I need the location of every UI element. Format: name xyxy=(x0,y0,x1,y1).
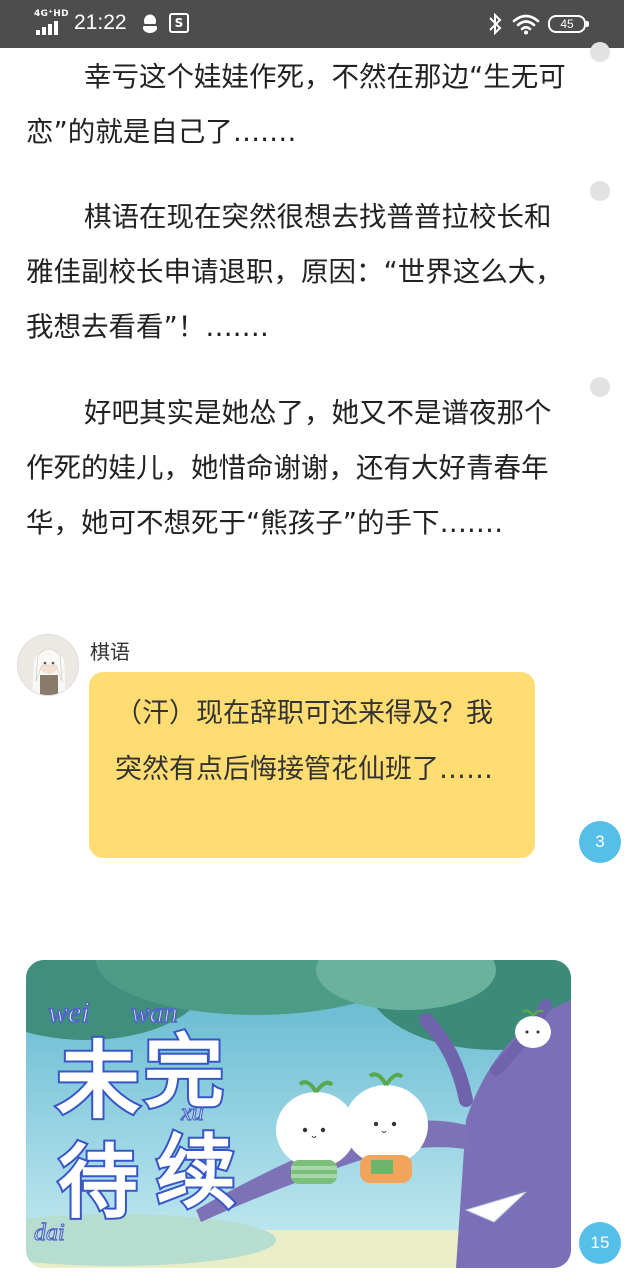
status-bar: 4G⁺HD 21:22 S 45 xyxy=(0,0,624,48)
battery-icon: 45 xyxy=(548,15,589,33)
article-paragraph: 好吧其实是她怂了，她又不是谱夜那个作死的娃儿，她惜命谢谢，还有大好青春年华，她可… xyxy=(26,386,566,551)
dialogue-bubble: （汗）现在辞职可还来得及？我突然有点后悔接管花仙班了…… xyxy=(89,672,535,858)
dialogue-text: （汗）现在辞职可还来得及？我突然有点后悔接管花仙班了…… xyxy=(115,698,493,785)
paragraph-text: 幸亏这个娃娃作死，不然在那边“生无可恋”的就是自己了….… xyxy=(26,61,566,148)
status-time: 21:22 xyxy=(74,11,127,34)
wifi-icon xyxy=(512,14,540,35)
pinyin-wei: wei xyxy=(48,996,90,1029)
article-paragraph: 幸亏这个娃娃作死，不然在那边“生无可恋”的就是自己了….… xyxy=(26,50,566,160)
signal-icon xyxy=(36,21,58,35)
network-type: 4G⁺HD xyxy=(34,9,69,19)
title-char-wan: 完 xyxy=(144,1025,224,1119)
comment-count-badge[interactable]: 3 xyxy=(579,821,621,863)
avatar[interactable] xyxy=(17,634,79,696)
title-char-xu: 续 xyxy=(156,1125,236,1219)
to-be-continued-banner: wei wan xu dai 未 完 待 续 xyxy=(26,960,571,1268)
speaker-name: 棋语 xyxy=(90,640,130,664)
paragraph-text: 好吧其实是她怂了，她又不是谱夜那个作死的娃儿，她惜命谢谢，还有大好青春年华，她可… xyxy=(26,397,552,539)
app-icon: S xyxy=(169,13,189,33)
qq-icon xyxy=(143,14,157,33)
bluetooth-icon xyxy=(489,12,502,36)
article-paragraph: 棋语在现在突然很想去找普普拉校长和雅佳副校长申请退职，原因：“世界这么大，我想去… xyxy=(26,190,566,355)
paragraph-text: 棋语在现在突然很想去找普普拉校长和雅佳副校长申请退职，原因：“世界这么大，我想去… xyxy=(26,201,563,343)
paragraph-comment-dot[interactable] xyxy=(590,377,610,397)
title-char-dai: 待 xyxy=(58,1135,138,1229)
paragraph-comment-dot[interactable] xyxy=(590,181,610,201)
comment-count-badge[interactable]: 15 xyxy=(579,1222,621,1264)
paragraph-comment-dot[interactable] xyxy=(590,42,610,62)
title-char-wei: 未 xyxy=(56,1031,140,1130)
